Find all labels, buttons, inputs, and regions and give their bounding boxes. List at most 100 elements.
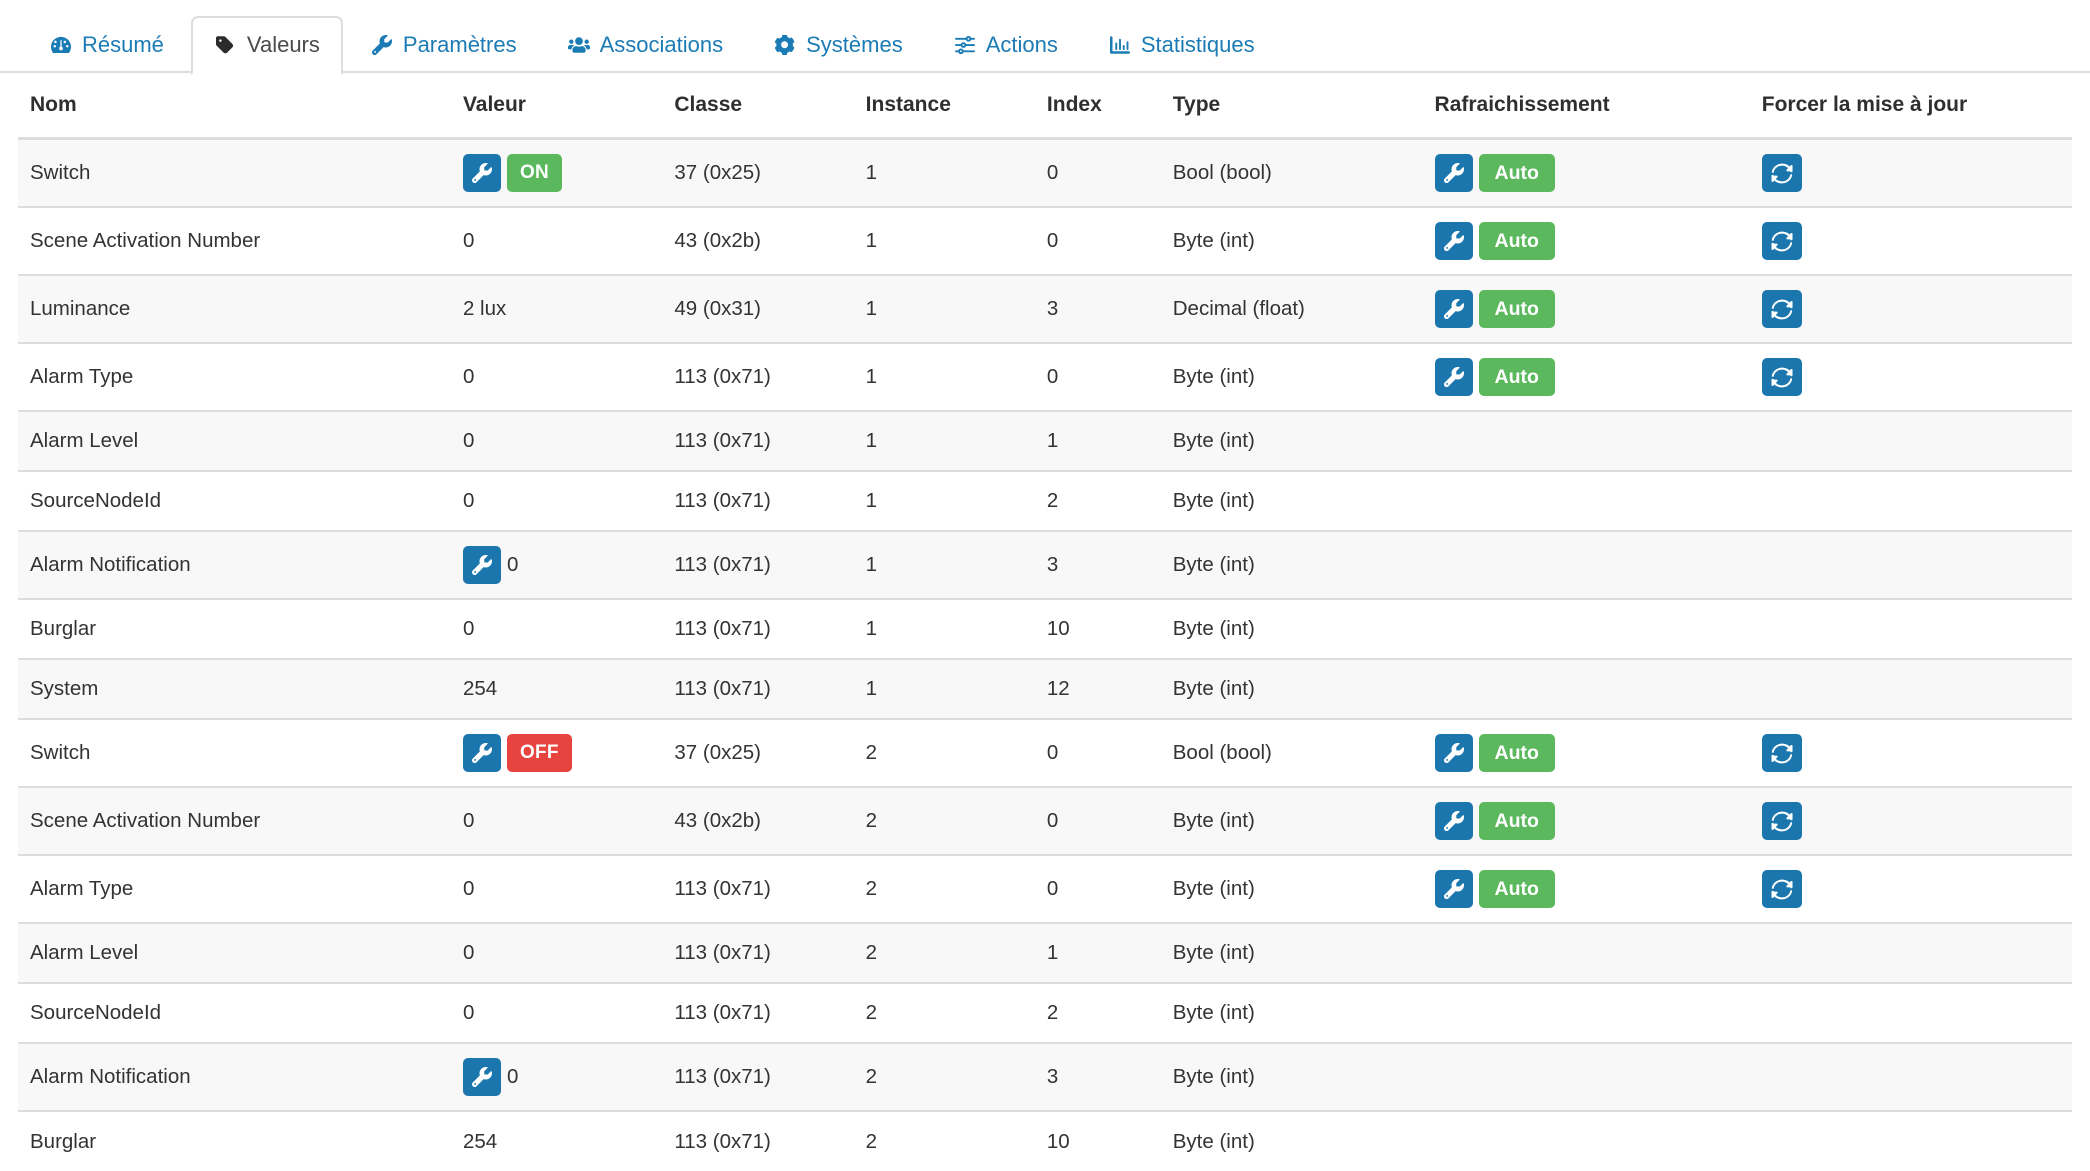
cell-nom: Alarm Notification (18, 1043, 451, 1111)
cell-valeur: 0 (451, 471, 662, 531)
cell-rafraichissement: Auto (1423, 207, 1750, 275)
refresh-mode-button[interactable]: Auto (1479, 154, 1555, 192)
table-row: Scene Activation Number043 (0x2b)20Byte … (18, 787, 2072, 855)
cell-index: 2 (1035, 471, 1161, 531)
value-text: 254 (463, 1130, 497, 1154)
refresh-config-wrench-button[interactable] (1435, 290, 1473, 328)
column-header: Type (1161, 73, 1423, 139)
force-update-refresh-button[interactable] (1762, 358, 1802, 396)
cell-nom: Luminance (18, 275, 451, 343)
cell-classe: 49 (0x31) (662, 275, 853, 343)
cell-classe: 113 (0x71) (662, 531, 853, 599)
refresh-mode-button[interactable]: Auto (1479, 290, 1555, 328)
table-row: Alarm Level0113 (0x71)11Byte (int) (18, 411, 2072, 471)
cell-classe: 113 (0x71) (662, 855, 853, 923)
tab-actions[interactable]: Actions (930, 16, 1081, 73)
refresh-config-wrench-button[interactable] (1435, 222, 1473, 260)
cell-forcer-maj (1750, 207, 2072, 275)
tab-paramtres[interactable]: Paramètres (347, 16, 540, 73)
force-update-refresh-button[interactable] (1762, 802, 1802, 840)
value-text: 0 (507, 1065, 518, 1089)
cell-forcer-maj (1750, 855, 2072, 923)
cell-forcer-maj (1750, 343, 2072, 411)
value-state-button[interactable]: ON (507, 154, 562, 192)
tab-systmes[interactable]: Systèmes (750, 16, 926, 73)
value-wrench-button[interactable] (463, 154, 501, 192)
cell-valeur: 0 (451, 343, 662, 411)
tab-valeurs[interactable]: Valeurs (191, 16, 343, 75)
cell-rafraichissement (1423, 1111, 1750, 1171)
table-row: System254113 (0x71)112Byte (int) (18, 659, 2072, 719)
table-row: Burglar0113 (0x71)110Byte (int) (18, 599, 2072, 659)
cell-classe: 113 (0x71) (662, 1111, 853, 1171)
force-update-refresh-button[interactable] (1762, 870, 1802, 908)
cell-rafraichissement: Auto (1423, 275, 1750, 343)
table-body: SwitchON37 (0x25)10Bool (bool)AutoScene … (18, 139, 2072, 1171)
table-row: Scene Activation Number043 (0x2b)10Byte … (18, 207, 2072, 275)
value-text: 0 (463, 229, 474, 253)
table-row: SourceNodeId0113 (0x71)22Byte (int) (18, 983, 2072, 1043)
table-head: NomValeurClasseInstanceIndexTypeRafraich… (18, 73, 2072, 139)
cell-valeur: OFF (451, 719, 662, 787)
column-header: Valeur (451, 73, 662, 139)
value-state-button[interactable]: OFF (507, 734, 572, 772)
cell-instance: 2 (854, 719, 1035, 787)
cell-nom: System (18, 659, 451, 719)
refresh-config-wrench-button[interactable] (1435, 154, 1473, 192)
cell-instance: 1 (854, 139, 1035, 208)
value-text: 0 (507, 553, 518, 577)
cell-valeur: 0 (451, 923, 662, 983)
values-table-container: NomValeurClasseInstanceIndexTypeRafraich… (0, 73, 2090, 1171)
cell-index: 3 (1035, 1043, 1161, 1111)
cell-instance: 2 (854, 1043, 1035, 1111)
table-row: SourceNodeId0113 (0x71)12Byte (int) (18, 471, 2072, 531)
cell-instance: 1 (854, 471, 1035, 531)
refresh-config-wrench-button[interactable] (1435, 802, 1473, 840)
cell-rafraichissement (1423, 531, 1750, 599)
tab-statistiques[interactable]: Statistiques (1085, 16, 1278, 73)
value-wrench-button[interactable] (463, 1058, 501, 1096)
cell-instance: 2 (854, 1111, 1035, 1171)
cell-rafraichissement (1423, 923, 1750, 983)
cell-instance: 1 (854, 531, 1035, 599)
cell-nom: SourceNodeId (18, 471, 451, 531)
cell-forcer-maj (1750, 659, 2072, 719)
refresh-mode-button[interactable]: Auto (1479, 358, 1555, 396)
refresh-config-wrench-button[interactable] (1435, 358, 1473, 396)
cell-valeur: 0 (451, 531, 662, 599)
column-header: Index (1035, 73, 1161, 139)
cell-index: 0 (1035, 343, 1161, 411)
tab-rsum[interactable]: Résumé (26, 16, 187, 73)
force-update-refresh-button[interactable] (1762, 154, 1802, 192)
cell-type: Byte (int) (1161, 207, 1423, 275)
refresh-mode-button[interactable]: Auto (1479, 802, 1555, 840)
refresh-config-wrench-button[interactable] (1435, 870, 1473, 908)
value-wrench-button[interactable] (463, 734, 501, 772)
cell-nom: Alarm Level (18, 411, 451, 471)
cell-nom: Burglar (18, 599, 451, 659)
cell-forcer-maj (1750, 983, 2072, 1043)
value-text: 0 (463, 365, 474, 389)
cell-type: Byte (int) (1161, 855, 1423, 923)
cell-classe: 113 (0x71) (662, 1043, 853, 1111)
refresh-config-wrench-button[interactable] (1435, 734, 1473, 772)
force-update-refresh-button[interactable] (1762, 222, 1802, 260)
cell-instance: 2 (854, 855, 1035, 923)
value-text: 0 (463, 429, 474, 453)
value-text: 254 (463, 677, 497, 701)
force-update-refresh-button[interactable] (1762, 290, 1802, 328)
refresh-mode-button[interactable]: Auto (1479, 870, 1555, 908)
tab-associations[interactable]: Associations (544, 16, 747, 73)
force-update-refresh-button[interactable] (1762, 734, 1802, 772)
cell-type: Decimal (float) (1161, 275, 1423, 343)
cell-type: Byte (int) (1161, 1111, 1423, 1171)
cell-instance: 1 (854, 599, 1035, 659)
cell-forcer-maj (1750, 599, 2072, 659)
refresh-mode-button[interactable]: Auto (1479, 734, 1555, 772)
cell-valeur: 254 (451, 1111, 662, 1171)
cell-index: 0 (1035, 207, 1161, 275)
cell-type: Byte (int) (1161, 983, 1423, 1043)
cell-valeur: 2 lux (451, 275, 662, 343)
value-wrench-button[interactable] (463, 546, 501, 584)
refresh-mode-button[interactable]: Auto (1479, 222, 1555, 260)
